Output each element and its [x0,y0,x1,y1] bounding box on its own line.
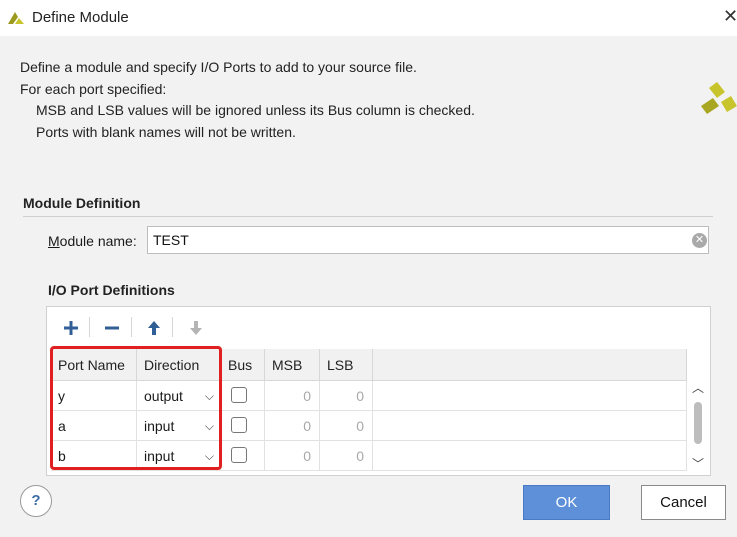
app-logo-icon [8,12,24,24]
description-line: For each port specified: [20,81,167,97]
port-name-cell[interactable]: a [51,411,137,441]
section-title-module-definition: Module Definition [23,195,141,211]
chevron-down-icon[interactable]: ﹀ [690,456,706,472]
minus-icon [105,326,119,330]
divider [23,216,713,217]
direction-value: input [144,418,175,434]
column-header-msb[interactable]: MSB [265,349,320,381]
section-title-io-ports: I/O Port Definitions [48,282,175,298]
bus-checkbox[interactable] [231,447,247,463]
toolbar-separator [172,317,173,337]
msb-cell[interactable]: 0 [265,441,320,471]
description-line: Ports with blank names will not be writt… [36,124,296,140]
column-header-filler [373,349,687,381]
msb-cell[interactable]: 0 [265,411,320,441]
column-header-port-name[interactable]: Port Name [51,349,137,381]
filler-cell [373,411,687,441]
arrow-down-icon [190,321,202,336]
column-header-lsb[interactable]: LSB [320,349,373,381]
plus-icon [64,321,78,336]
io-port-panel: Port Name Direction Bus MSB LSB y output… [46,306,711,476]
direction-select[interactable]: output ⌵ [137,381,221,411]
direction-select[interactable]: input ⌵ [137,411,221,441]
chevron-down-icon[interactable]: ⌵ [205,441,214,471]
direction-value: input [144,448,175,464]
toolbar-separator [89,317,90,337]
title-bar: Define Module ✕ [0,0,737,36]
chevron-up-icon[interactable]: ︿ [690,380,706,396]
column-header-direction[interactable]: Direction [137,349,221,381]
move-up-button[interactable] [142,315,166,339]
lsb-cell[interactable]: 0 [320,441,373,471]
module-name-label: Module name: [48,233,137,249]
msb-cell[interactable]: 0 [265,381,320,411]
chevron-down-icon[interactable]: ⌵ [205,411,214,441]
port-name-cell[interactable]: y [51,381,137,411]
toolbar-separator [131,317,132,337]
cancel-button[interactable]: Cancel [641,485,726,520]
description-line: MSB and LSB values will be ignored unles… [36,102,475,118]
bus-checkbox[interactable] [231,417,247,433]
filler-cell [373,441,687,471]
column-header-bus[interactable]: Bus [221,349,265,381]
vertical-scrollbar[interactable]: ︿ ﹀ [690,380,706,474]
help-button[interactable]: ? [20,485,52,517]
arrow-up-icon [148,321,160,336]
lsb-cell[interactable]: 0 [320,411,373,441]
clear-icon[interactable]: ✕ [692,233,707,248]
close-icon[interactable]: ✕ [723,6,737,27]
remove-port-button[interactable] [100,315,124,339]
lsb-cell[interactable]: 0 [320,381,373,411]
bus-cell [221,381,265,411]
bus-cell [221,411,265,441]
chevron-down-icon[interactable]: ⌵ [205,381,214,411]
direction-select[interactable]: input ⌵ [137,441,221,471]
ok-button[interactable]: OK [523,485,610,520]
filler-cell [373,381,687,411]
bus-checkbox[interactable] [231,387,247,403]
move-down-button[interactable] [184,315,208,339]
direction-value: output [144,388,183,404]
port-table: Port Name Direction Bus MSB LSB y output… [51,349,687,475]
module-name-input[interactable] [147,226,709,254]
brand-logo-icon [701,82,737,114]
description-line: Define a module and specify I/O Ports to… [20,59,417,75]
add-port-button[interactable] [59,315,83,339]
bus-cell [221,441,265,471]
scrollbar-thumb[interactable] [694,402,702,444]
window-title: Define Module [32,9,129,26]
port-name-cell[interactable]: b [51,441,137,471]
